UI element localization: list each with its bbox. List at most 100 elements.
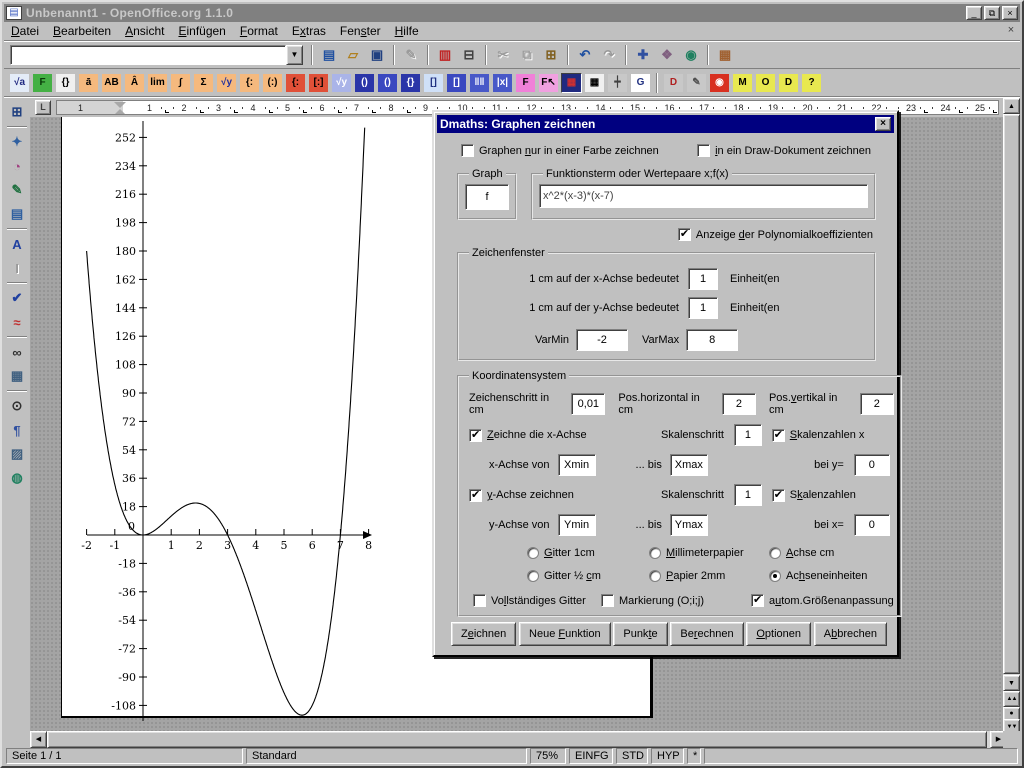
dm-geometry-icon[interactable]: G [630, 73, 651, 93]
radio-achse-cm[interactable]: Achse cm [769, 547, 834, 559]
gallery-icon[interactable]: ▦ [714, 45, 736, 65]
y-scale-field[interactable] [688, 297, 718, 319]
checkbox-box[interactable] [678, 228, 691, 241]
minimize-button[interactable]: _ [966, 6, 982, 20]
direct-cursor-icon[interactable]: I [6, 257, 28, 279]
data-sources-icon[interactable]: ▦ [6, 365, 28, 387]
url-input[interactable] [10, 45, 286, 65]
optionen-button[interactable]: Optionen [746, 622, 811, 646]
radio-circle[interactable] [649, 547, 661, 559]
zeichenschritt-field[interactable] [571, 393, 605, 415]
dm-integral-icon[interactable]: ∫ [170, 73, 191, 93]
dm-m-icon[interactable]: M [732, 73, 753, 93]
neue-funktion-button[interactable]: Neue Funktion [519, 622, 611, 646]
checkbox-skalenzahlen-y[interactable]: Skalenzahlen [772, 489, 892, 502]
varmax-field[interactable] [686, 329, 738, 351]
hyperlink-icon[interactable]: ◉ [680, 45, 702, 65]
dm-brace-colon-icon[interactable]: {: [239, 73, 260, 93]
radio-papier-2mm[interactable]: Papier 2mm [649, 570, 769, 582]
graph-name-field[interactable] [465, 184, 509, 210]
selection-mode-field[interactable]: STD [616, 748, 648, 764]
dm-paren-blue-icon[interactable]: () [377, 73, 398, 93]
find-replace-icon[interactable]: ∞ [6, 341, 28, 363]
dm-brace-navy-icon[interactable]: {} [400, 73, 421, 93]
cut-icon[interactable]: ✂ [492, 45, 514, 65]
horizontal-scrollbar-thumb[interactable] [47, 731, 987, 748]
checkbox-box[interactable] [469, 429, 482, 442]
undo-icon[interactable]: ↶ [574, 45, 596, 65]
hyperlink-mode-field[interactable]: HYP [651, 748, 684, 764]
menu-hilfe[interactable]: Hilfe [388, 22, 426, 40]
menu-fenster[interactable]: Fenster [333, 22, 388, 40]
bei-x-field[interactable] [854, 514, 890, 536]
dm-sum-icon[interactable]: Σ [193, 73, 214, 93]
vertical-scrollbar-thumb[interactable] [1003, 114, 1020, 674]
checkbox-draw-document[interactable]: in ein Draw-Dokument zeichnen [697, 144, 871, 157]
new-document-icon[interactable]: ▤ [318, 45, 340, 65]
previous-page-icon[interactable]: ▲▲ [1003, 691, 1020, 707]
url-combobox[interactable]: ▼ [10, 45, 303, 65]
y-bis-field[interactable] [670, 514, 708, 536]
checkbox-box[interactable] [473, 594, 486, 607]
zeichnen-button[interactable]: Zeichnen [451, 622, 516, 646]
y-von-field[interactable] [558, 514, 596, 536]
dm-pen-icon[interactable]: ✎ [686, 73, 707, 93]
checkbox-x-axis[interactable]: Zeichne die x-Achse [465, 429, 661, 442]
checkbox-markierung[interactable]: Markierung (O;i;j) [601, 594, 751, 607]
paste-icon[interactable]: ⊞ [540, 45, 562, 65]
extra-field[interactable] [704, 748, 1018, 764]
dm-brace-red-icon[interactable]: {: [285, 73, 306, 93]
dm-abs-icon[interactable]: |x| [492, 73, 513, 93]
checkbox-y-axis[interactable]: y-Achse zeichnen [465, 489, 661, 502]
edit-file-icon[interactable]: ✎ [400, 45, 422, 65]
dm-bracket-red-icon[interactable]: [:] [308, 73, 329, 93]
bei-y-field[interactable] [854, 454, 890, 476]
copy-icon[interactable]: ⧉ [516, 45, 538, 65]
graphics-onoff-icon[interactable]: ▨ [6, 443, 28, 465]
document-close-icon[interactable]: × [1004, 24, 1018, 38]
horizontal-scrollbar[interactable]: ◀ ▶ [30, 731, 1007, 748]
dm-segment-icon[interactable]: AB [101, 73, 122, 93]
dm-paren-navy-icon[interactable]: () [354, 73, 375, 93]
zoom-field[interactable]: 75% [530, 748, 566, 764]
dm-sqrt-icon[interactable]: √a [9, 73, 30, 93]
radio-millimeterpapier[interactable]: Millimeterpapier [649, 547, 769, 559]
scroll-left-icon[interactable]: ◀ [30, 731, 47, 748]
redo-icon[interactable]: ↷ [598, 45, 620, 65]
checkbox-vollstaendiges-gitter[interactable]: Vollständiges Gitter [473, 594, 601, 607]
save-icon[interactable]: ▣ [366, 45, 388, 65]
print-icon[interactable]: ⊟ [458, 45, 480, 65]
style-field[interactable]: Standard [246, 748, 527, 764]
stylist-icon[interactable]: ❖ [656, 45, 678, 65]
export-pdf-icon[interactable]: ▥ [434, 45, 456, 65]
pos-vertikal-field[interactable] [860, 393, 894, 415]
nonprinting-chars-icon[interactable]: ¶ [6, 419, 28, 441]
indent-marker[interactable] [114, 102, 126, 114]
menu-ansicht[interactable]: Ansicht [118, 22, 171, 40]
dm-help-icon[interactable]: ? [801, 73, 822, 93]
modified-field[interactable]: * [687, 748, 701, 764]
checkbox-box[interactable] [601, 594, 614, 607]
dm-braces-icon[interactable]: {} [55, 73, 76, 93]
dm-spiral-icon[interactable]: ◉ [709, 73, 730, 93]
radio-circle[interactable] [769, 547, 781, 559]
checkbox-box[interactable] [469, 489, 482, 502]
tab-type-selector[interactable]: L [35, 100, 51, 115]
dm-paren-colon-icon[interactable]: (:) [262, 73, 283, 93]
scroll-up-icon[interactable]: ▲ [1003, 98, 1020, 114]
function-term-field[interactable] [539, 184, 868, 208]
berechnen-button[interactable]: Berechnen [670, 622, 743, 646]
dmaths-dialog[interactable]: Dmaths: Graphen zeichnen × Graphen nur i… [432, 110, 899, 657]
menu-format[interactable]: Format [233, 22, 285, 40]
radio-circle[interactable] [769, 570, 781, 582]
radio-circle[interactable] [649, 570, 661, 582]
checkbox-autom-groessenanpassung[interactable]: autom.Größenanpassung [751, 594, 894, 607]
radio-gitter-1cm[interactable]: Gitter 1cm [527, 547, 649, 559]
dm-compass-icon[interactable]: D [663, 73, 684, 93]
scroll-down-icon[interactable]: ▼ [1003, 675, 1020, 691]
dialog-close-icon[interactable]: × [875, 117, 891, 131]
dm-grid-icon[interactable]: ▦ [584, 73, 605, 93]
dm-bracket-light-icon[interactable]: [] [423, 73, 444, 93]
radio-circle[interactable] [527, 570, 539, 582]
autospellcheck-icon[interactable]: ≈ [6, 311, 28, 333]
